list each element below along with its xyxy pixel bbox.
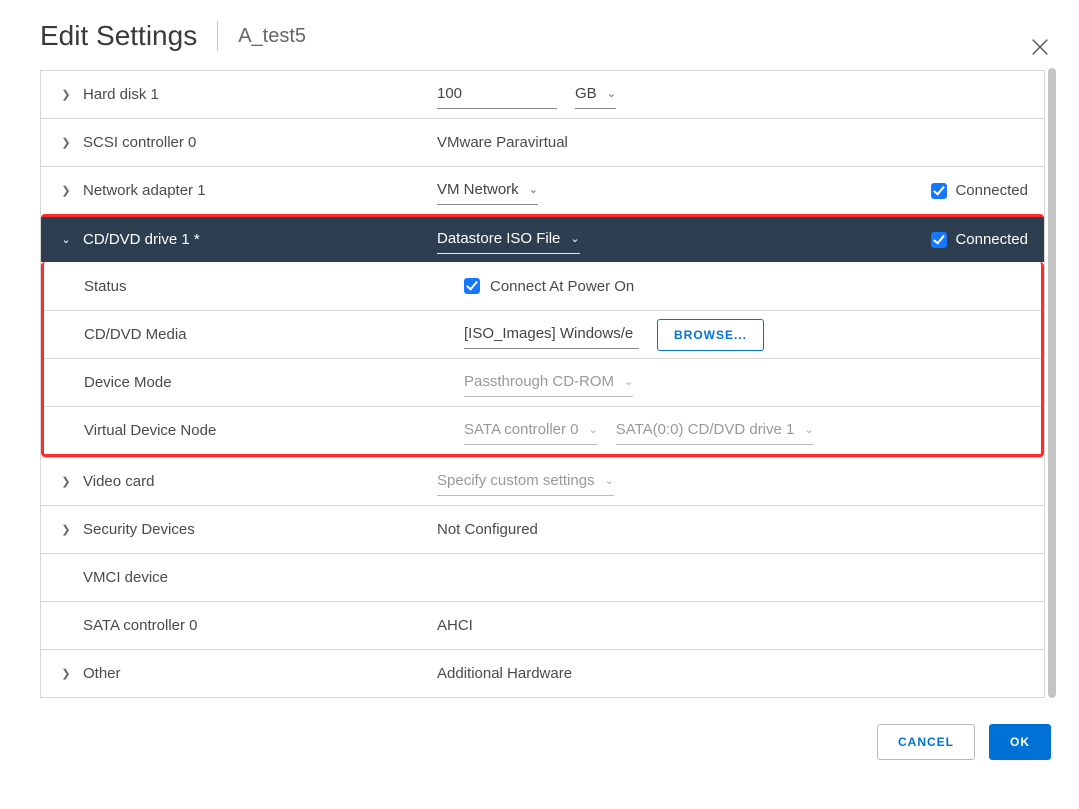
cd-media-label: CD/DVD Media xyxy=(84,326,187,343)
dialog-title: Edit Settings xyxy=(40,20,197,52)
close-icon xyxy=(1031,38,1049,56)
cd-dvd-details-highlight: Status Connect At Power On CD/DVD Media … xyxy=(41,262,1044,457)
chevron-right-icon[interactable]: ❯ xyxy=(57,523,75,536)
chevron-down-icon[interactable]: ⌄ xyxy=(57,233,75,246)
dialog-header: Edit Settings A_test5 xyxy=(40,20,1059,62)
row-cd-status: Status Connect At Power On xyxy=(44,262,1041,310)
connect-at-power-on-checkbox[interactable] xyxy=(464,278,480,294)
chevron-down-icon: ⌄ xyxy=(570,232,579,245)
device-node-slot-select: SATA(0:0) CD/DVD drive 1 ⌄ xyxy=(616,417,814,445)
device-mode-select: Passthrough CD-ROM ⌄ xyxy=(464,369,633,397)
connect-at-power-on-label: Connect At Power On xyxy=(490,278,634,295)
cd-status-label: Status xyxy=(84,278,127,295)
other-label: Other xyxy=(83,665,121,682)
device-node-slot-value: SATA(0:0) CD/DVD drive 1 xyxy=(616,421,795,438)
hard-disk-label: Hard disk 1 xyxy=(83,86,159,103)
cd-device-mode-label: Device Mode xyxy=(84,374,172,391)
hard-disk-size-input[interactable] xyxy=(437,81,557,109)
video-card-label: Video card xyxy=(83,473,154,490)
row-cd-device-mode: Device Mode Passthrough CD-ROM ⌄ xyxy=(44,358,1041,406)
cd-dvd-source-value: Datastore ISO File xyxy=(437,230,560,247)
chevron-down-icon: ⌄ xyxy=(605,474,614,487)
network-connected-label: Connected xyxy=(955,182,1028,199)
cd-connected-label: Connected xyxy=(955,231,1028,248)
device-node-controller-value: SATA controller 0 xyxy=(464,421,579,438)
other-value: Additional Hardware xyxy=(437,665,572,682)
device-node-controller-select: SATA controller 0 ⌄ xyxy=(464,417,598,445)
row-security-devices: ❯ Security Devices Not Configured xyxy=(41,505,1044,553)
network-adapter-label: Network adapter 1 xyxy=(83,182,206,199)
chevron-down-icon: ⌄ xyxy=(607,87,616,100)
row-cd-media: CD/DVD Media BROWSE... xyxy=(44,310,1041,358)
chevron-down-icon: ⌄ xyxy=(624,375,633,388)
network-adapter-value: VM Network xyxy=(437,181,519,198)
device-mode-value: Passthrough CD-ROM xyxy=(464,373,614,390)
settings-list: ❯ Hard disk 1 GB ⌄ ❯ SCSI controller 0 V… xyxy=(40,70,1045,698)
vm-name: A_test5 xyxy=(238,25,306,48)
row-video-card: ❯ Video card Specify custom settings ⌄ xyxy=(41,457,1044,505)
chevron-down-icon: ⌄ xyxy=(589,423,598,436)
chevron-right-icon[interactable]: ❯ xyxy=(57,184,75,197)
row-sata-controller-0: SATA controller 0 AHCI xyxy=(41,601,1044,649)
row-network-adapter-1: ❯ Network adapter 1 VM Network ⌄ Connect… xyxy=(41,166,1044,214)
edit-settings-dialog: Edit Settings A_test5 ❯ Hard disk 1 GB ⌄ xyxy=(0,0,1079,809)
chevron-right-icon[interactable]: ❯ xyxy=(57,667,75,680)
cd-node-label: Virtual Device Node xyxy=(84,422,216,439)
hard-disk-unit-select[interactable]: GB ⌄ xyxy=(575,81,616,109)
browse-button[interactable]: BROWSE... xyxy=(657,319,764,351)
row-cd-dvd-drive-1: ⌄ CD/DVD drive 1 * Datastore ISO File ⌄ … xyxy=(41,214,1044,262)
video-card-select: Specify custom settings ⌄ xyxy=(437,468,614,496)
close-button[interactable] xyxy=(1031,38,1049,61)
row-vmci-device: VMCI device xyxy=(41,553,1044,601)
cd-connected-checkbox[interactable] xyxy=(931,232,947,248)
cancel-button[interactable]: CANCEL xyxy=(877,724,975,760)
row-cd-virtual-device-node: Virtual Device Node SATA controller 0 ⌄ … xyxy=(44,406,1041,454)
sata-controller-value: AHCI xyxy=(437,617,473,634)
hard-disk-unit-value: GB xyxy=(575,85,597,102)
row-scsi-controller-0: ❯ SCSI controller 0 VMware Paravirtual xyxy=(41,118,1044,166)
chevron-right-icon[interactable]: ❯ xyxy=(57,136,75,149)
network-adapter-select[interactable]: VM Network ⌄ xyxy=(437,177,538,205)
cd-dvd-label: CD/DVD drive 1 * xyxy=(83,231,200,248)
video-card-value: Specify custom settings xyxy=(437,472,595,489)
row-hard-disk-1: ❯ Hard disk 1 GB ⌄ xyxy=(41,70,1044,118)
scsi-value: VMware Paravirtual xyxy=(437,134,568,151)
vmci-device-label: VMCI device xyxy=(83,569,168,586)
scrollbar-thumb[interactable] xyxy=(1048,68,1056,698)
cd-media-path-input[interactable] xyxy=(464,321,639,349)
network-connected-checkbox[interactable] xyxy=(931,183,947,199)
cd-dvd-source-select[interactable]: Datastore ISO File ⌄ xyxy=(437,226,580,254)
scrollbar-track[interactable] xyxy=(1045,62,1059,698)
row-other: ❯ Other Additional Hardware xyxy=(41,649,1044,697)
chevron-right-icon[interactable]: ❯ xyxy=(57,88,75,101)
title-divider xyxy=(217,21,218,51)
security-devices-label: Security Devices xyxy=(83,521,195,538)
security-devices-value: Not Configured xyxy=(437,521,538,538)
chevron-right-icon[interactable]: ❯ xyxy=(57,475,75,488)
scsi-label: SCSI controller 0 xyxy=(83,134,196,151)
sata-controller-label: SATA controller 0 xyxy=(83,617,198,634)
chevron-down-icon: ⌄ xyxy=(804,423,813,436)
dialog-footer: CANCEL OK xyxy=(40,698,1059,760)
ok-button[interactable]: OK xyxy=(989,724,1051,760)
chevron-down-icon: ⌄ xyxy=(529,183,538,196)
